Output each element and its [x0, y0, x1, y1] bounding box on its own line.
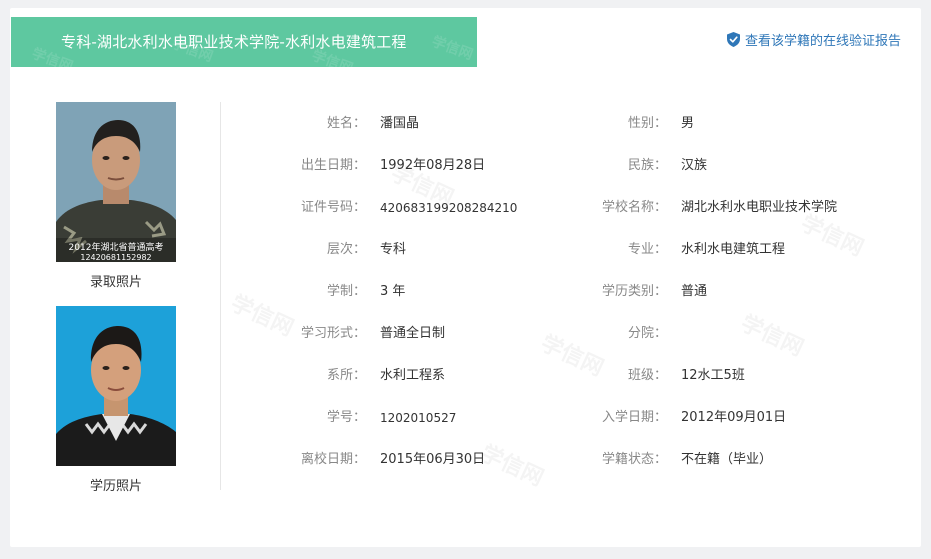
field-value: 3 年: [380, 284, 406, 299]
field-value: 不在籍（毕业）: [681, 452, 773, 467]
field-value: 2015年06月30日: [380, 452, 486, 467]
field-label: 出生日期：: [300, 158, 366, 173]
field-label: 民族：: [627, 158, 667, 173]
field-value: 水利水电建筑工程: [681, 242, 786, 257]
field-label: 性别：: [627, 116, 667, 131]
field-value: 2012年09月01日: [681, 410, 787, 425]
field-value: 420683199208284210: [380, 201, 518, 215]
field-value: 汉族: [681, 158, 708, 173]
degree-photo-block: 学历照片: [56, 306, 176, 494]
field-value: 湖北水利水电职业技术学院: [681, 200, 838, 215]
field-label: 离校日期：: [300, 452, 366, 467]
field-education-type: 学历类别： 普通: [567, 282, 907, 302]
field-enrollment-status: 学籍状态： 不在籍（毕业）: [567, 450, 907, 470]
field-label: 证件号码：: [300, 200, 366, 215]
field-value: 普通全日制: [380, 326, 446, 341]
field-gender: 性别： 男: [567, 114, 907, 134]
student-record-card: 学信网 学信网 学信网 学信网 学信网 学信网 学信网 学信网 学信网 学信网 …: [10, 8, 921, 547]
admission-photo: 2012年湖北省普通高考 12420681152982: [56, 102, 176, 262]
field-class: 班级： 12水工5班: [567, 366, 907, 386]
field-label: 分院：: [627, 326, 667, 341]
field-value: 潘国晶: [380, 116, 420, 131]
record-title: 专科-湖北水利水电职业技术学院-水利水电建筑工程: [61, 33, 407, 51]
admission-photo-number: 12420681152982: [80, 253, 151, 262]
field-label: 学习形式：: [300, 326, 366, 341]
field-value: 12水工5班: [681, 368, 745, 383]
field-label: 专业：: [627, 242, 667, 257]
field-value: 1202010527: [380, 411, 457, 425]
field-label: 层次：: [326, 242, 366, 257]
field-label: 学校名称：: [601, 200, 667, 215]
field-value: 专科: [380, 242, 407, 257]
field-ethnicity: 民族： 汉族: [567, 156, 907, 176]
field-value: 普通: [681, 284, 708, 299]
field-label: 学号：: [326, 410, 366, 425]
degree-photo-caption: 学历照片: [89, 479, 142, 494]
admission-photo-stamp: 2012年湖北省普通高考: [69, 241, 164, 253]
field-label: 学籍状态：: [601, 452, 667, 467]
svg-text:学信网: 学信网: [430, 33, 476, 64]
field-enrollment-date: 入学日期： 2012年09月01日: [567, 408, 907, 428]
field-label: 学制：: [326, 284, 366, 299]
shield-check-icon: [726, 32, 740, 47]
field-value: 水利工程系: [380, 368, 446, 383]
field-label: 姓名：: [326, 116, 366, 131]
field-label: 班级：: [627, 368, 667, 383]
admission-photo-caption: 录取照片: [89, 275, 142, 290]
field-value: 1992年08月28日: [380, 158, 486, 173]
field-school-name: 学校名称： 湖北水利水电职业技术学院: [567, 198, 907, 218]
record-title-banner: 学信网 学信网 学信网 学信网 专科-湖北水利水电职业技术学院-水利水电建筑工程: [11, 17, 477, 67]
field-label: 入学日期：: [601, 410, 667, 425]
verify-link-label: 查看该学籍的在线验证报告: [744, 34, 901, 49]
field-major: 专业： 水利水电建筑工程: [567, 240, 907, 260]
column-divider: [220, 102, 221, 490]
admission-photo-block: 2012年湖北省普通高考 12420681152982 录取照片: [56, 102, 176, 290]
field-label: 学历类别：: [601, 284, 667, 299]
field-branch: 分院：: [567, 324, 907, 344]
degree-photo: [56, 306, 176, 466]
online-verification-report-link[interactable]: 查看该学籍的在线验证报告: [726, 30, 901, 49]
photo-column: 2012年湖北省普通高考 12420681152982 录取照片 学历照片: [56, 102, 176, 494]
field-label: 系所：: [326, 368, 366, 383]
field-value: 男: [681, 116, 695, 131]
